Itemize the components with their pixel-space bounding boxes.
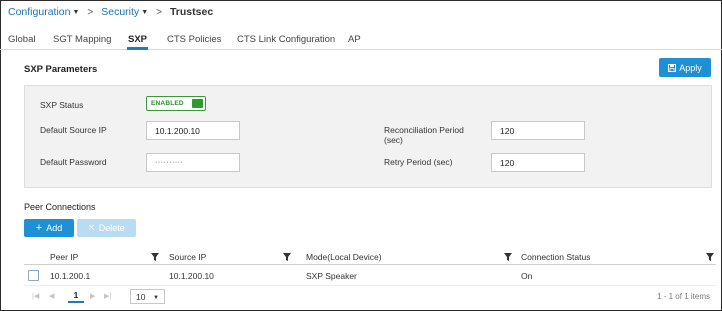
- pagination: |◀ ◀ 1 ▶ ▶| 10 ▼ 1 - 1 of 1 items: [24, 288, 716, 306]
- breadcrumb-configuration-label[interactable]: Configuration: [8, 6, 70, 18]
- sxp-status-value: ENABLED: [151, 100, 184, 107]
- tab-global[interactable]: Global: [8, 34, 35, 45]
- column-header-peer-ip[interactable]: Peer IP: [50, 252, 78, 262]
- close-icon: ×: [88, 221, 95, 234]
- filter-icon[interactable]: [706, 253, 714, 261]
- reconciliation-period-label: Reconciliation Period (sec): [384, 125, 464, 145]
- pagination-info: 1 - 1 of 1 items: [657, 292, 710, 301]
- default-password-label: Default Password: [40, 157, 107, 167]
- retry-period-input[interactable]: 120: [491, 153, 585, 172]
- row-checkbox[interactable]: [28, 270, 39, 281]
- default-source-ip-input[interactable]: 10.1.200.10: [146, 121, 240, 140]
- cell-mode: SXP Speaker: [306, 271, 357, 281]
- chevron-right-icon: >: [87, 6, 94, 18]
- tab-sxp[interactable]: SXP: [128, 34, 147, 45]
- caret-down-icon[interactable]: ▼: [72, 9, 79, 16]
- apply-button[interactable]: Apply: [659, 58, 711, 77]
- column-header-connection-status[interactable]: Connection Status: [521, 252, 590, 262]
- delete-label[interactable]: Delete: [99, 223, 125, 233]
- sxp-status-label: SXP Status: [40, 100, 84, 110]
- toggle-knob: [192, 99, 203, 108]
- breadcrumb-security[interactable]: Security ▼: [101, 6, 148, 18]
- filter-icon[interactable]: [283, 253, 291, 261]
- caret-down-icon[interactable]: ▼: [153, 295, 159, 301]
- breadcrumb-security-label[interactable]: Security: [101, 6, 139, 18]
- sxp-status-toggle[interactable]: ENABLED: [146, 96, 206, 111]
- add-peer-button[interactable]: + Add: [24, 219, 74, 237]
- first-page-icon[interactable]: |◀: [32, 292, 39, 300]
- retry-period-label: Retry Period (sec): [384, 157, 453, 167]
- breadcrumb-current: Trustsec: [169, 6, 214, 18]
- tab-bar: Global SGT Mapping SXP CTS Policies CTS …: [0, 26, 722, 50]
- chevron-right-icon: >: [156, 6, 162, 18]
- tab-cts-link-configuration[interactable]: CTS Link Configuration: [237, 34, 335, 45]
- default-source-ip-label: Default Source IP: [40, 125, 107, 135]
- tab-cts-policies[interactable]: CTS Policies: [167, 34, 221, 45]
- filter-icon[interactable]: [151, 253, 159, 261]
- cell-source-ip: 10.1.200.10: [169, 271, 214, 281]
- default-password-input[interactable]: ··········: [146, 153, 240, 172]
- filter-icon[interactable]: [504, 253, 512, 261]
- page-size-select[interactable]: 10 ▼: [130, 289, 165, 304]
- column-header-mode[interactable]: Mode(Local Device): [306, 252, 382, 262]
- current-page[interactable]: 1: [68, 289, 84, 303]
- save-icon: [668, 63, 677, 72]
- apply-label[interactable]: Apply: [679, 63, 702, 73]
- table-header: Peer IP Source IP Mode(Local Device) Con…: [24, 248, 716, 265]
- tab-sgt-mapping[interactable]: SGT Mapping: [53, 34, 111, 45]
- page-size-value[interactable]: 10: [136, 292, 145, 302]
- peer-connections-title: Peer Connections: [24, 202, 96, 212]
- tab-ap[interactable]: AP: [348, 34, 361, 45]
- cell-peer-ip: 10.1.200.1: [50, 271, 91, 281]
- table-row[interactable]: 10.1.200.1 10.1.200.10 SXP Speaker On: [24, 266, 716, 286]
- reconciliation-period-label-line2: (sec): [384, 135, 403, 145]
- delete-peer-button[interactable]: × Delete: [77, 219, 136, 237]
- breadcrumb-configuration[interactable]: Configuration ▼: [8, 6, 79, 18]
- add-label[interactable]: Add: [46, 223, 62, 233]
- column-header-source-ip[interactable]: Source IP: [169, 252, 206, 262]
- reconciliation-period-label-line1: Reconciliation Period: [384, 125, 464, 135]
- cell-connection-status: On: [521, 271, 533, 281]
- next-page-icon[interactable]: ▶: [90, 292, 95, 300]
- breadcrumb: Configuration ▼ > Security ▼ > Trustsec: [8, 5, 213, 19]
- reconciliation-period-input[interactable]: 120: [491, 121, 585, 140]
- sxp-parameters-panel: [24, 85, 712, 188]
- caret-down-icon[interactable]: ▼: [141, 9, 148, 16]
- plus-icon: +: [35, 221, 43, 234]
- sxp-parameters-title: SXP Parameters: [24, 64, 98, 75]
- prev-page-icon[interactable]: ◀: [49, 292, 54, 300]
- last-page-icon[interactable]: ▶|: [104, 292, 111, 300]
- active-tab-indicator: [127, 47, 148, 50]
